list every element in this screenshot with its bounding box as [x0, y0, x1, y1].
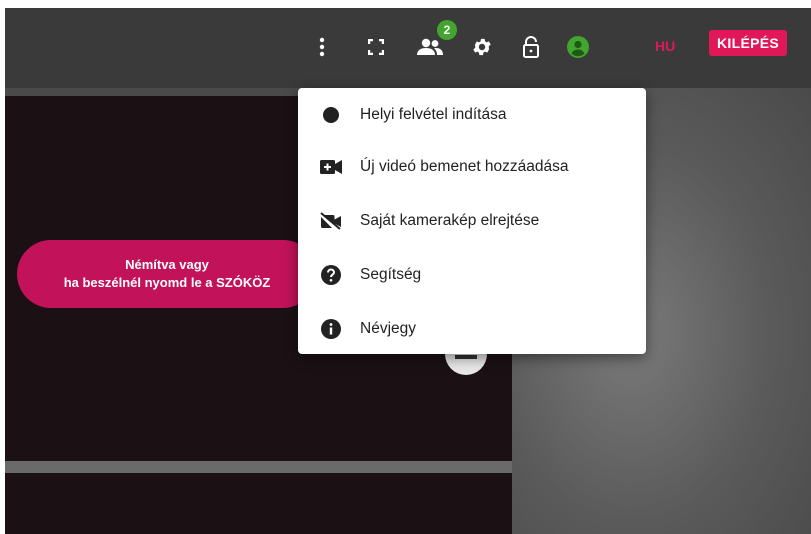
mute-notice-line2: ha beszélnél nyomd le a SZÓKÖZ	[63, 275, 271, 290]
menu-item-start-local-recording[interactable]: Helyi felvétel indítása	[298, 88, 646, 142]
menu-item-label: Új videó bemenet hozzáadása	[360, 158, 569, 175]
more-options-menu: Helyi felvétel indítása Új videó bemenet…	[298, 88, 646, 354]
lock-open-icon[interactable]	[520, 32, 542, 62]
menu-item-about[interactable]: Névjegy	[298, 302, 646, 356]
participants-count-badge: 2	[437, 20, 457, 40]
gear-icon[interactable]	[470, 32, 494, 62]
menu-item-label: Névjegy	[360, 320, 416, 337]
menu-item-hide-own-camera[interactable]: Saját kamerakép elrejtése	[298, 194, 646, 248]
menu-item-help[interactable]: Segítség	[298, 248, 646, 302]
more-vert-icon[interactable]	[315, 32, 329, 62]
top-toolbar: 2 HU KILÉPÉS	[5, 8, 811, 88]
record-icon	[320, 104, 342, 126]
tile-divider	[5, 461, 512, 473]
fullscreen-icon[interactable]	[365, 32, 387, 62]
mute-notice-line1: Némítva vagy	[125, 257, 209, 272]
video-tile-secondary	[5, 473, 512, 534]
user-avatar-icon[interactable]	[566, 32, 590, 62]
menu-item-add-video-input[interactable]: Új videó bemenet hozzáadása	[298, 140, 646, 194]
menu-item-label: Segítség	[360, 266, 422, 283]
add-video-icon	[320, 156, 342, 178]
menu-item-label: Helyi felvétel indítása	[360, 106, 507, 123]
menu-item-label: Saját kamerakép elrejtése	[360, 212, 540, 229]
video-off-icon	[320, 210, 342, 232]
mute-notice: Némítva vagy ha beszélnél nyomd le a SZÓ…	[17, 240, 317, 308]
info-icon	[320, 318, 342, 340]
help-icon	[320, 264, 342, 286]
conference-app: 2 HU KILÉPÉS Némítva vagy ha beszélnél n…	[5, 8, 811, 534]
language-selector[interactable]: HU	[655, 38, 675, 54]
exit-button[interactable]: KILÉPÉS	[709, 30, 788, 56]
